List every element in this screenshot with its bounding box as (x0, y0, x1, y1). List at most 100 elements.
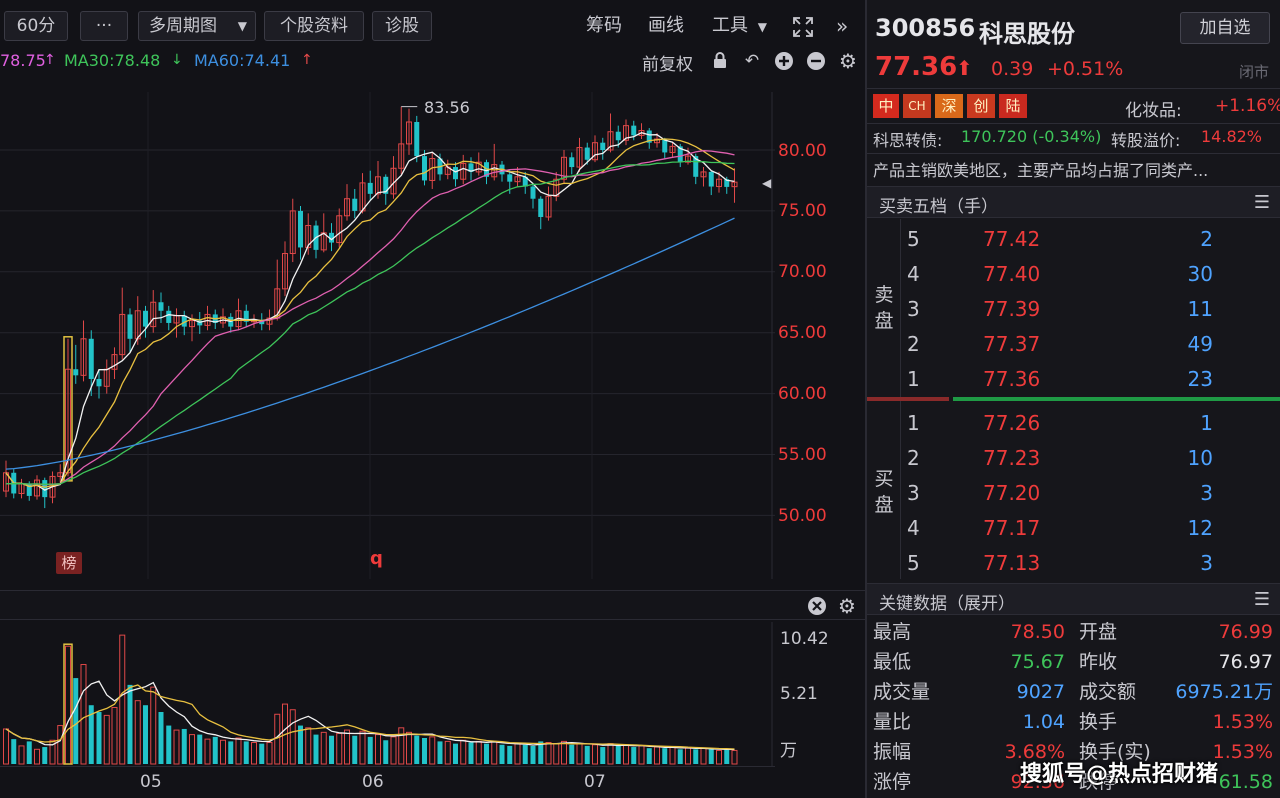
key-data-label: 成交额 (1079, 681, 1137, 703)
volume-bar (212, 736, 218, 764)
buy-order-row[interactable]: 5 77.13 3 (901, 546, 1280, 580)
draw-button[interactable]: 画线 (648, 11, 684, 41)
close-icon[interactable] (807, 596, 827, 616)
period-button[interactable]: 60分 (4, 11, 68, 41)
volume-bar (220, 739, 226, 765)
volume-bar (460, 739, 467, 765)
diagnosis-button[interactable]: 诊股 (372, 11, 432, 41)
settings-gear-icon[interactable]: ⚙ (838, 594, 856, 618)
tag-connect[interactable]: 陆 (999, 94, 1027, 118)
candle (336, 208, 343, 248)
x-tick: 05 (140, 772, 162, 792)
candle (398, 106, 405, 175)
chips-button[interactable]: 筹码 (586, 11, 622, 41)
add-watchlist-button[interactable]: 加自选 (1180, 12, 1270, 44)
sell-order-row[interactable]: 4 77.40 30 (901, 257, 1280, 291)
candle-body (414, 121, 420, 157)
tools-dropdown[interactable]: 工具 ▼ (712, 11, 767, 41)
china-flag-icon: 中 (873, 94, 899, 118)
volume-bar (344, 729, 350, 765)
candle (553, 171, 560, 202)
candle-body (352, 198, 358, 211)
candle (235, 298, 242, 331)
company-description[interactable]: 产品主销欧美地区，主要产品均占据了同类产... (873, 157, 1275, 181)
buy-order-row[interactable]: 4 77.17 12 (901, 511, 1280, 545)
adjust-mode-button[interactable]: 前复权 (642, 50, 693, 75)
tag-chinext[interactable]: 创 (967, 94, 995, 118)
sell-order-row[interactable]: 1 77.36 23 (901, 362, 1280, 396)
arrow-down-icon: ↓ (171, 52, 183, 68)
bond-label[interactable]: 科思转债: (873, 127, 942, 151)
candle-body (615, 131, 621, 141)
volume-bar (607, 743, 614, 765)
multi-period-label: 多周期图 (149, 16, 217, 36)
order-price: 77.26 (983, 411, 1041, 435)
volume-bar (475, 740, 482, 765)
order-level: 3 (907, 297, 920, 321)
menu-icon[interactable]: ☰ (1254, 192, 1270, 213)
price-change-pct: +0.51% (1047, 58, 1124, 80)
candle-body (422, 156, 427, 181)
volume-bar (375, 734, 381, 765)
order-price: 77.40 (983, 262, 1041, 286)
key-data-row: 成交量 9027 成交额 6975.21万 (867, 677, 1280, 707)
sector-label[interactable]: 化妆品: (1125, 96, 1182, 121)
key-data-value: 78.50 (1010, 621, 1065, 643)
candle-body (584, 147, 590, 160)
volume-bar (406, 731, 412, 765)
candle-body (127, 314, 133, 339)
volume-bar (134, 700, 141, 765)
volume-bar (119, 634, 126, 765)
arrow-up-icon: ↑ (44, 52, 56, 68)
buy-order-row[interactable]: 2 77.23 10 (901, 441, 1280, 475)
order-level: 1 (907, 367, 920, 391)
volume-bar (352, 735, 358, 764)
buy-order-row[interactable]: 1 77.26 1 (901, 406, 1280, 440)
price-up-arrow-icon: ⬆ (956, 56, 973, 80)
x-tick: 07 (584, 772, 606, 792)
order-book-title: 买卖五档（手） (879, 197, 998, 217)
candle (444, 159, 451, 180)
multi-period-dropdown[interactable]: 多周期图 ▼ (138, 11, 256, 41)
sell-order-row[interactable]: 3 77.39 11 (901, 292, 1280, 326)
buy-order-row[interactable]: 3 77.20 3 (901, 476, 1280, 510)
rank-tag[interactable]: 榜 (56, 552, 82, 574)
volume-bar (491, 740, 498, 765)
chevrons-right-icon[interactable]: » (836, 14, 848, 38)
sell-strength-bar (867, 397, 949, 401)
settings-gear-icon[interactable]: ⚙ (838, 51, 858, 71)
volume-bar (150, 686, 157, 765)
candle (18, 478, 25, 499)
candlestick-chart[interactable] (0, 92, 775, 579)
volume-bar (507, 745, 513, 764)
zoom-in-icon[interactable] (774, 51, 794, 71)
price-tick: 70.00 (778, 262, 827, 282)
volume-bar (18, 745, 25, 765)
volume-bar (204, 738, 211, 765)
sell-order-row[interactable]: 2 77.37 49 (901, 327, 1280, 361)
undo-icon[interactable]: ↶ (742, 51, 762, 71)
lock-icon[interactable] (710, 51, 730, 71)
key-data-label: 昨收 (1079, 651, 1118, 673)
key-data-title[interactable]: 关键数据（展开） (879, 589, 1015, 614)
candle (484, 159, 489, 185)
candle (390, 156, 397, 199)
volume-bar (251, 742, 257, 765)
volume-bar (383, 740, 389, 764)
sell-order-row[interactable]: 5 77.42 2 (901, 222, 1280, 256)
caret-down-icon: ▼ (757, 20, 767, 34)
volume-header (0, 590, 865, 620)
candle (150, 290, 157, 333)
menu-icon[interactable]: ☰ (1254, 589, 1270, 610)
arrow-up-icon: ↑ (301, 52, 313, 68)
event-tag[interactable]: q (370, 548, 383, 569)
tag-ch[interactable]: CH (903, 94, 931, 118)
more-button[interactable]: ··· (80, 11, 128, 41)
stock-info-button[interactable]: 个股资料 (264, 11, 364, 41)
expand-icon[interactable] (792, 16, 814, 38)
volume-bar (65, 645, 71, 765)
zoom-out-icon[interactable] (806, 51, 826, 71)
tag-shenzhen[interactable]: 深 (935, 94, 963, 118)
volume-chart[interactable] (0, 622, 775, 766)
volume-bar (522, 744, 528, 764)
